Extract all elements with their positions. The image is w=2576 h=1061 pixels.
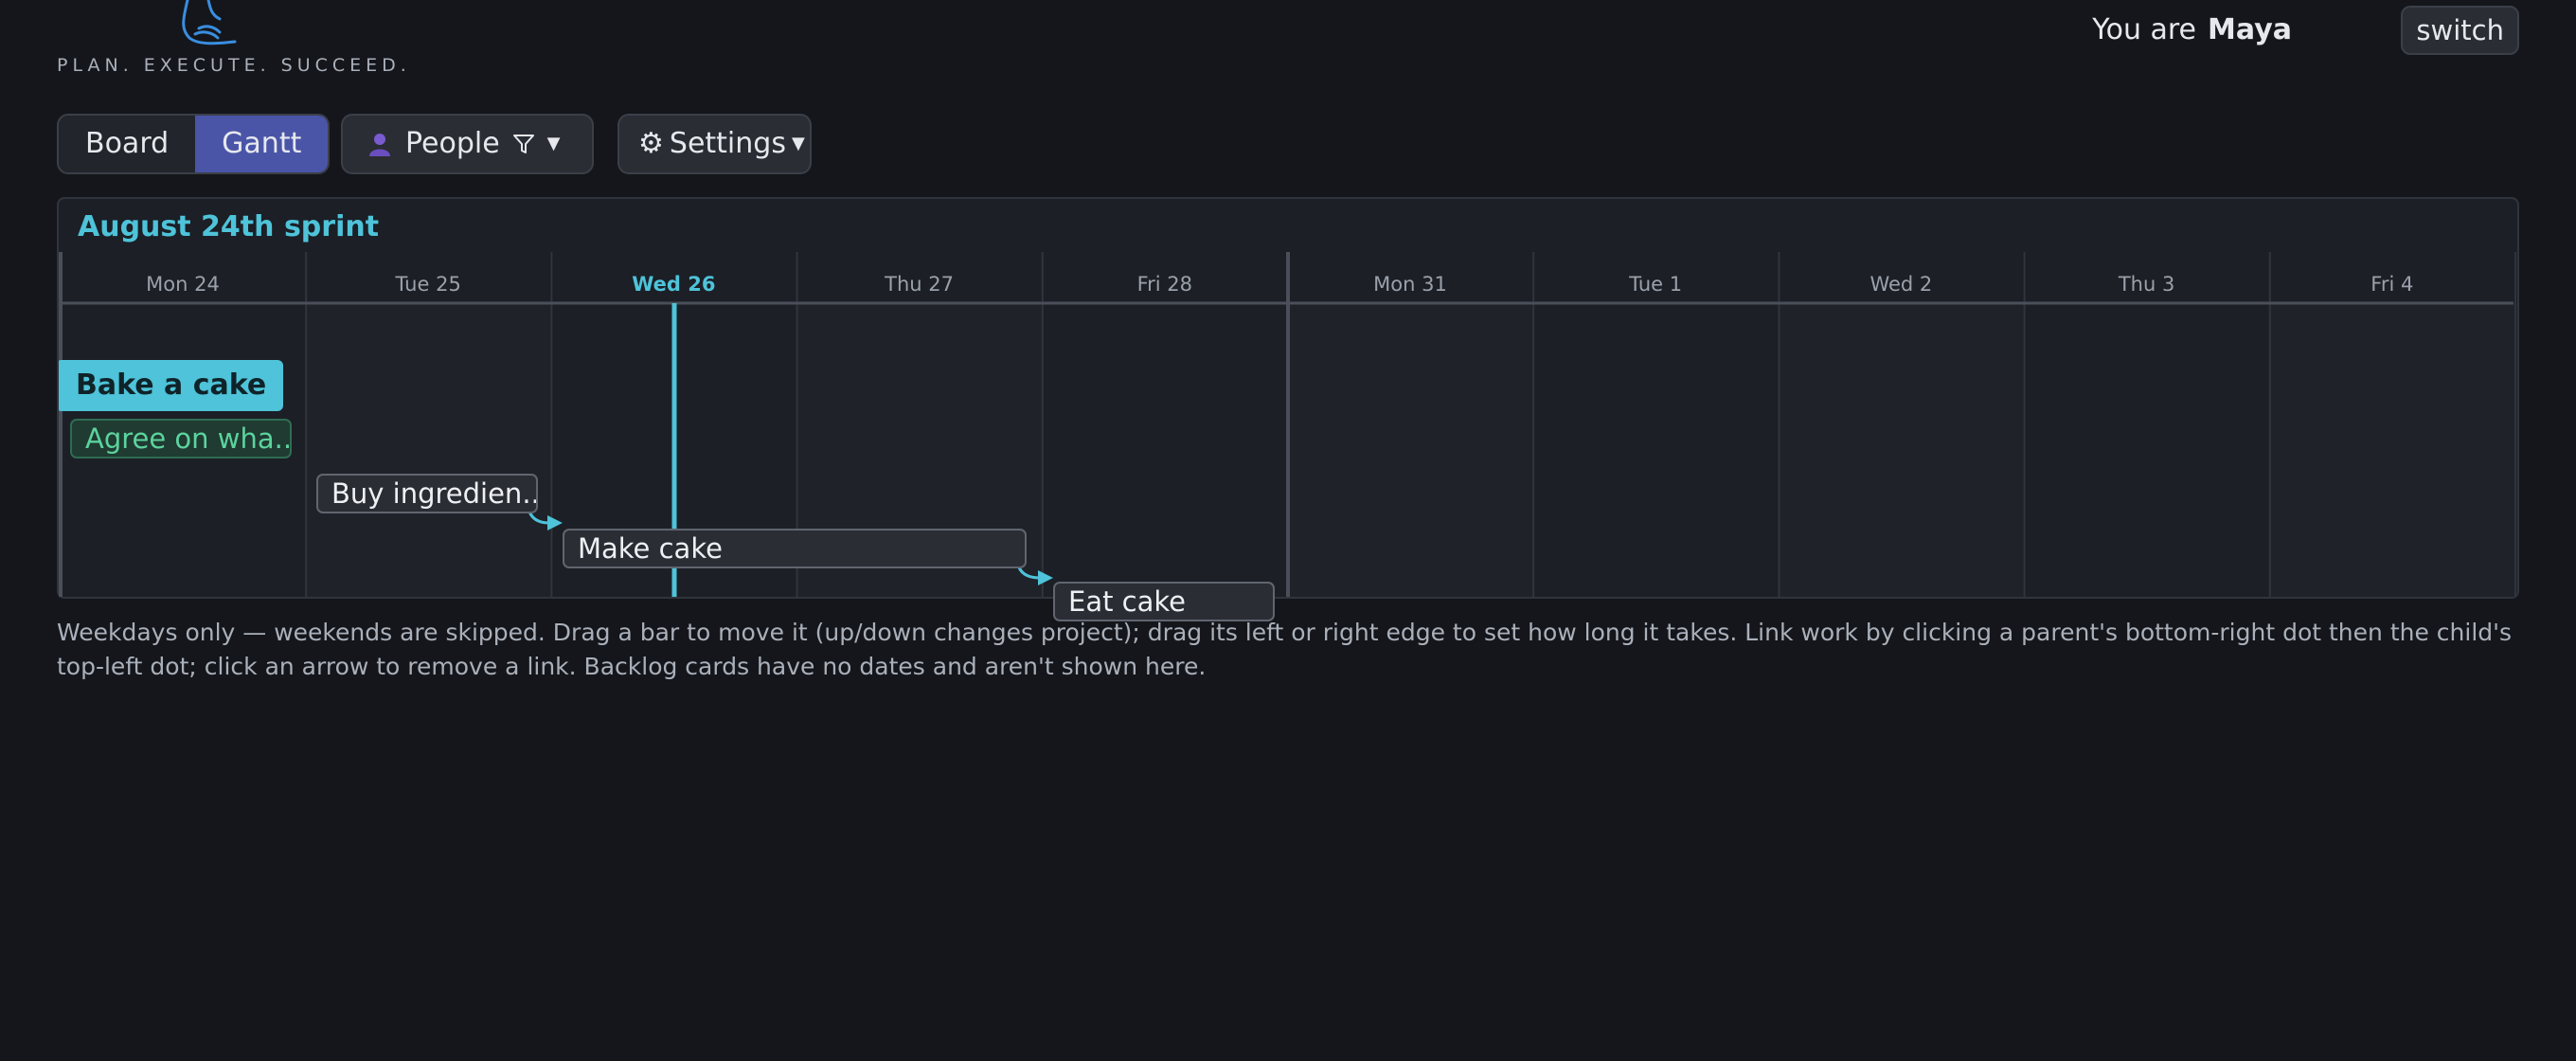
switch-user-button[interactable]: switch [2401, 6, 2519, 55]
sprint-title: August 24th sprint [78, 210, 380, 243]
day-header: Mon 31 [1373, 273, 1447, 296]
day-header: Thu 27 [885, 273, 955, 296]
day-header: Tue 1 [1629, 273, 1683, 296]
task-bar[interactable]: Make cake [563, 529, 1027, 568]
day-header: Mon 24 [146, 273, 220, 296]
help-text: Weekdays only — weekends are skipped. Dr… [57, 619, 2513, 680]
you-are-label: You are [2092, 13, 2197, 46]
logo-icon [182, 0, 237, 45]
gear-icon: ⚙ [638, 127, 664, 160]
tab-gantt[interactable]: Gantt [195, 116, 329, 172]
chevron-down-icon: ▼ [791, 134, 805, 153]
settings-label: Settings [669, 127, 786, 160]
day-column [2269, 303, 2515, 597]
day-column [1779, 303, 2025, 597]
day-header: Tue 25 [395, 273, 461, 296]
settings-button[interactable]: ⚙ Settings ▼ [617, 114, 812, 174]
day-column [2024, 303, 2270, 597]
task-bar[interactable]: Buy ingredien... [316, 474, 538, 513]
user-name: Maya [2208, 13, 2292, 46]
day-header: Wed 26 [632, 273, 716, 296]
current-user: You are Maya [2092, 13, 2292, 46]
day-column [1288, 303, 1534, 597]
view-switcher: Board Gantt [57, 114, 331, 174]
day-column [1042, 303, 1288, 597]
person-icon [369, 134, 390, 156]
gantt-grid: Bake a cake Agree on wha... Buy ingredie… [59, 252, 2517, 621]
grid-lines [59, 252, 2516, 597]
project-label[interactable]: Bake a cake [59, 360, 284, 411]
people-label: People [405, 127, 500, 160]
tab-board[interactable]: Board [59, 116, 195, 172]
day-column [306, 303, 552, 597]
day-header: Thu 3 [2118, 273, 2175, 296]
filter-icon [512, 135, 534, 153]
day-header: Fri 28 [1136, 273, 1192, 296]
task-bar[interactable]: Agree on wha... [70, 419, 292, 459]
day-header: Fri 4 [2370, 273, 2414, 296]
people-filter-button[interactable]: People ▼ [341, 114, 594, 174]
tagline: PLAN. EXECUTE. SUCCEED. [57, 55, 411, 76]
chevron-down-icon: ▼ [546, 134, 561, 153]
app-root: PLAN. EXECUTE. SUCCEED. You are Maya swit… [0, 0, 2576, 1061]
day-header: Wed 2 [1869, 273, 1933, 296]
day-column [1533, 303, 1780, 597]
gantt-panel: August 24th sprint Bake a cake Agree on … [57, 197, 2519, 621]
